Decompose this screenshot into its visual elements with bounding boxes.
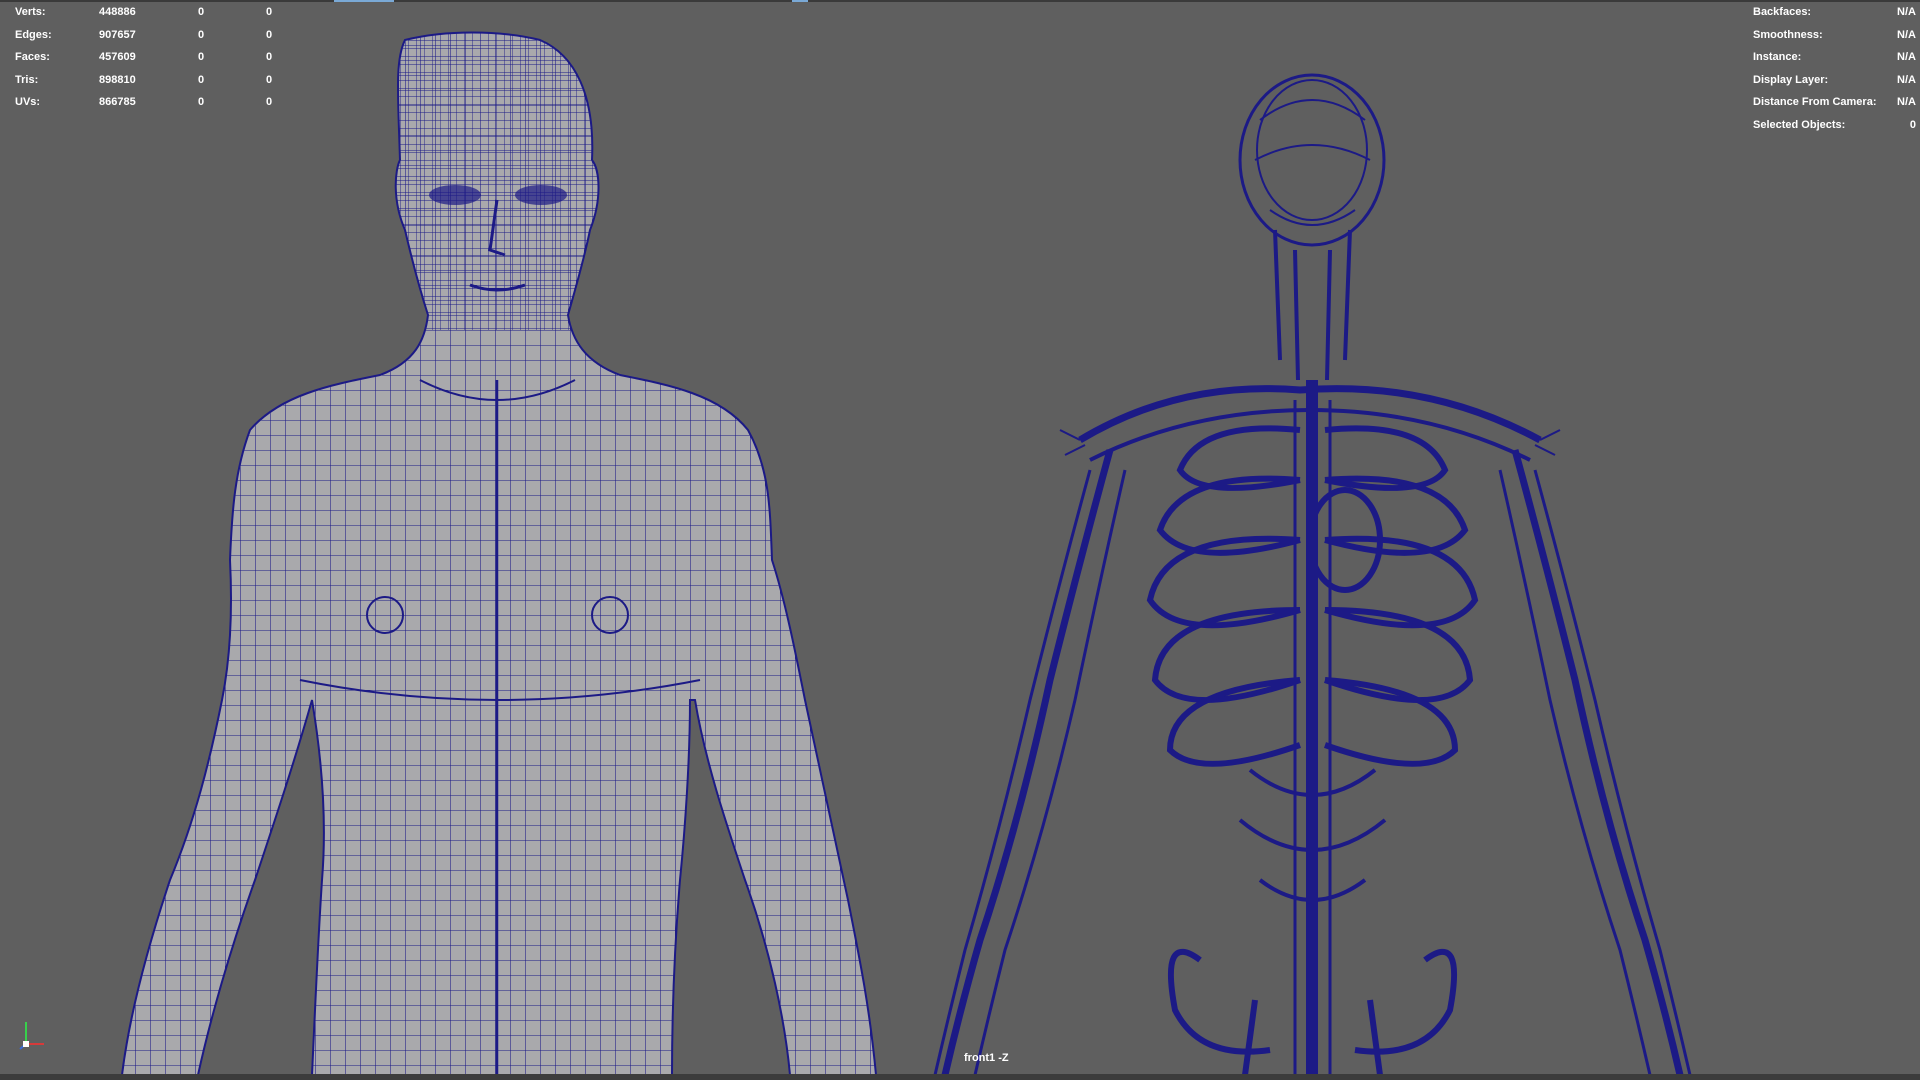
viewport-bottom-border — [0, 1074, 1920, 1080]
axis-xyz-icon — [19, 1022, 44, 1050]
hud-selected-uv: 0 — [266, 73, 273, 86]
hud-label: Smoothness: — [1753, 28, 1823, 41]
hud-row-display-layer: Display Layer: N/A — [1753, 69, 1919, 92]
hud-total: 457609 — [99, 51, 136, 63]
hud-value: N/A — [1897, 73, 1916, 86]
hud-label: Tris: — [15, 73, 39, 86]
vascular-mesh — [933, 73, 1692, 1076]
hud-selected-uv: 0 — [266, 6, 273, 18]
hud-label: Verts: — [15, 6, 46, 18]
hud-total: 448886 — [99, 6, 136, 18]
hud-label: Instance: — [1753, 51, 1802, 63]
hud-selected: 0 — [198, 51, 205, 63]
hud-value: 0 — [1909, 118, 1916, 131]
hud-total: 866785 — [99, 96, 136, 108]
hud-label: Faces: — [15, 51, 50, 63]
hud-row-distance-from-camera: Distance From Camera: N/A — [1753, 91, 1919, 114]
hud-value: N/A — [1897, 96, 1916, 108]
hud-row-faces: Faces: 457609 0 0 — [15, 46, 315, 69]
hud-row-backfaces: Backfaces: N/A — [1753, 1, 1919, 24]
hud-label: Display Layer: — [1753, 73, 1829, 86]
hud-row-tris: Tris: 898810 0 0 — [15, 69, 315, 92]
hud-row-edges: Edges: 907657 0 0 — [15, 24, 315, 47]
hud-row-verts: Verts: 448886 0 0 — [15, 1, 315, 24]
hud-value: N/A — [1897, 6, 1916, 18]
hud-row-selected-objects: Selected Objects: 0 — [1753, 114, 1919, 137]
hud-label: Backfaces: — [1753, 6, 1812, 18]
hud-label: Edges: — [15, 28, 52, 41]
hud-row-uvs: UVs: 866785 0 0 — [15, 91, 315, 114]
hud-label: Selected Objects: — [1753, 118, 1846, 131]
hud-value: N/A — [1897, 51, 1916, 63]
viewport-front[interactable]: Verts: 448886 0 0 Edges: 907657 0 0 Face… — [0, 0, 1920, 1080]
hud-selected: 0 — [198, 6, 205, 18]
hud-selected-uv: 0 — [266, 51, 273, 63]
vascular-system-wireframe[interactable] — [0, 0, 1920, 1080]
poly-count-hud: Verts: 448886 0 0 Edges: 907657 0 0 Face… — [15, 1, 315, 114]
hud-label: Distance From Camera: — [1753, 96, 1877, 108]
object-details-hud: Backfaces: N/A Smoothness: N/A Instance:… — [1753, 1, 1919, 136]
hud-total: 898810 — [99, 73, 136, 86]
hud-selected: 0 — [198, 28, 205, 41]
hud-row-smoothness: Smoothness: N/A — [1753, 24, 1919, 47]
hud-row-instance: Instance: N/A — [1753, 46, 1919, 69]
hud-selected-uv: 0 — [266, 28, 273, 41]
hud-value: N/A — [1897, 28, 1916, 41]
hud-selected: 0 — [198, 73, 205, 86]
hud-label: UVs: — [15, 96, 41, 108]
hud-selected-uv: 0 — [266, 96, 273, 108]
hud-total: 907657 — [99, 28, 136, 41]
camera-label: front1 -Z — [964, 1052, 1009, 1064]
hud-selected: 0 — [198, 96, 205, 108]
